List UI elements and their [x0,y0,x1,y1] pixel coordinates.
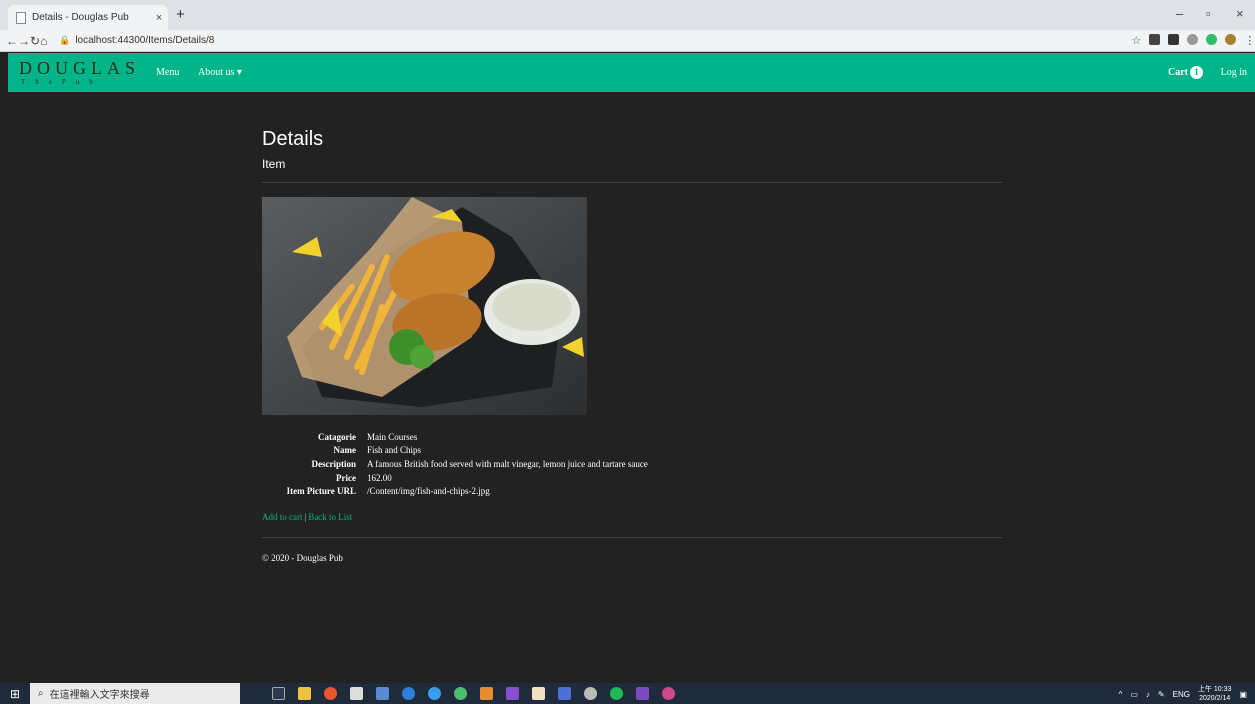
nav-about-dropdown[interactable]: About us ▾ [198,67,242,78]
detail-row: Item Picture URL /Content/img/fish-and-c… [262,484,1002,498]
item-details-list: Catagorie Main Courses Name Fish and Chi… [262,430,1002,498]
page-title: Details [262,128,324,150]
chrome-icon[interactable] [324,687,337,700]
detail-value: Main Courses [367,431,418,442]
restore-button[interactable]: ▫ [1206,6,1211,21]
footer: © 2020 - Douglas Pub [262,553,343,563]
app-icon[interactable] [480,687,493,700]
edge-icon[interactable] [402,687,415,700]
taskbar-clock[interactable]: 上午 10:33 2020/2/14 [1198,685,1231,703]
address-url: localhost:44300/Items/Details/8 [75,35,215,46]
network-icon[interactable]: ▭ [1130,690,1138,699]
store-icon[interactable] [532,687,545,700]
minimize-button[interactable]: – [1176,6,1183,21]
cart-link[interactable]: Cart 1 [1168,66,1203,79]
back-to-list-link[interactable]: Back to List [308,512,352,522]
browser-tab[interactable]: Details - Douglas Pub × [8,5,168,30]
extension-icon[interactable] [1149,34,1161,45]
divider [262,537,1002,538]
browser-menu-icon[interactable]: ⋮ [1244,34,1255,47]
detail-row: Catagorie Main Courses [262,430,1002,444]
cart-count-badge: 1 [1190,66,1203,79]
ie-icon[interactable] [428,687,441,700]
detail-row: Name Fish and Chips [262,444,1002,458]
page-favicon-icon [16,11,26,24]
spotify-icon[interactable] [610,687,623,700]
tray-chevron-icon[interactable]: ^ [1119,690,1123,699]
detail-value: Fish and Chips [367,445,422,456]
app-icon[interactable] [662,687,675,700]
home-icon[interactable]: ⌂ [40,34,47,48]
pen-icon[interactable]: ✎ [1158,690,1165,699]
notification-icon[interactable]: ▣ [1239,690,1247,699]
login-link[interactable]: Log in [1221,67,1247,78]
detail-label: Catagorie [318,431,356,442]
search-icon: ⌕ [38,688,44,699]
detail-value: /Content/img/fish-and-chips-2.jpg [367,486,490,497]
link-separator: | [304,512,307,522]
detail-row: Price 162.00 [262,471,1002,485]
nav-menu-link[interactable]: Menu [156,67,179,78]
brand-logo[interactable]: DOUGLAS ThePub [19,58,140,86]
profile-avatar-icon[interactable] [1225,34,1237,45]
back-arrow-icon[interactable]: ← [6,34,18,48]
language-indicator[interactable]: ENG [1173,690,1190,699]
volume-icon[interactable]: ♪ [1146,690,1150,699]
site-navbar: DOUGLAS ThePub Menu About us ▾ Cart 1 Lo… [8,53,1255,92]
extensions: ☆ ⋮ [1131,34,1255,47]
visual-studio-icon[interactable] [636,687,649,700]
extension-icon[interactable] [1168,34,1180,45]
address-bar[interactable]: 🔒 localhost:44300/Items/Details/8 [59,31,1109,51]
detail-label: Name [333,445,357,456]
browser-toolbar: ← → ↻ ⌂ 🔒 localhost:44300/Items/Details/… [0,30,1255,52]
app-icon[interactable] [558,687,571,700]
os-taskbar: ⊞ ⌕ 在這裡輸入文字來搜尋 ^ ▭ ♪ ✎ ENG 上午 10:33 2020… [0,683,1255,704]
app-icon[interactable] [454,687,467,700]
tab-close-icon[interactable]: × [150,12,168,24]
add-to-cart-link[interactable]: Add to cart [262,512,303,522]
system-tray: ^ ▭ ♪ ✎ ENG 上午 10:33 2020/2/14 ▣ [1119,685,1247,703]
new-tab-button[interactable]: + [176,6,185,23]
extension-icon[interactable] [1206,34,1218,45]
tab-title: Details - Douglas Pub [32,12,129,23]
steam-icon[interactable] [584,687,597,700]
item-actions: Add to cart | Back to List [262,512,352,522]
detail-label: Item Picture URL [286,486,356,497]
task-view-icon[interactable] [272,687,285,700]
extension-icon[interactable] [1187,34,1199,45]
item-photo [262,197,587,415]
taskbar-search[interactable]: ⌕ 在這裡輸入文字來搜尋 [30,683,240,704]
detail-row: Description A famous British food served… [262,457,1002,471]
detail-label: Price [336,472,356,483]
detail-value: A famous British food served with malt v… [367,458,648,469]
app-icon[interactable] [506,687,519,700]
windows-start-icon[interactable]: ⊞ [0,687,30,701]
app-icon[interactable] [376,687,389,700]
detail-label: Description [311,458,357,469]
reload-icon[interactable]: ↻ [30,34,40,48]
fish-and-chips-image [262,197,587,415]
bookmark-star-icon[interactable]: ☆ [1131,34,1141,47]
lock-icon: 🔒 [59,35,71,45]
taskbar-apps [272,687,675,700]
close-window-button[interactable]: × [1236,6,1244,21]
browser-tab-bar: Details - Douglas Pub × + – ▫ × [0,0,1255,30]
taskbar-search-placeholder: 在這裡輸入文字來搜尋 [49,690,150,701]
mail-icon[interactable] [350,687,363,700]
detail-value: 162.00 [367,472,392,483]
divider [262,182,1002,183]
page-subtitle: Item [262,157,286,171]
forward-arrow-icon[interactable]: → [18,34,30,48]
file-explorer-icon[interactable] [298,687,311,700]
